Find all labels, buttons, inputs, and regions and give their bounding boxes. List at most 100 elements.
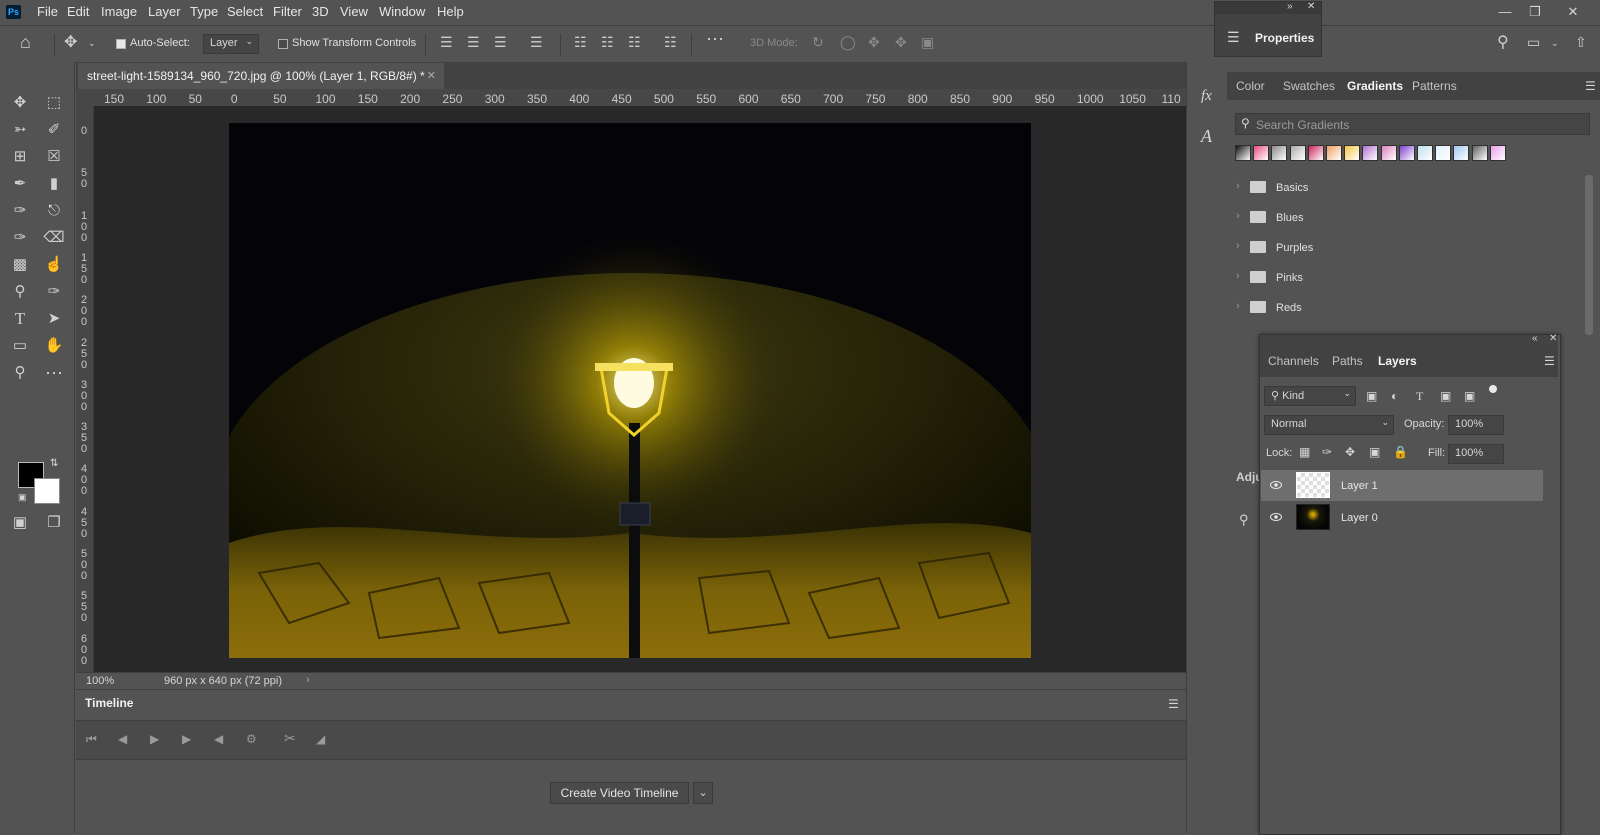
blend-mode-dropdown[interactable]: Normal ⌄ [1264,415,1394,435]
properties-panel-collapsed[interactable]: » ✕ ☰ Properties [1214,1,1322,57]
eye-icon[interactable] [1270,511,1282,523]
fill-field[interactable]: 100% [1448,444,1504,464]
healing-brush-icon[interactable]: ▮ [42,173,66,195]
align-bottom-icon[interactable]: ☷ [628,34,641,51]
home-icon[interactable]: ⌂ [20,32,31,53]
gradient-swatch[interactable] [1380,145,1397,161]
first-frame-icon[interactable]: ⏮ [86,732,97,747]
panel-menu-icon[interactable]: ☰ [1544,354,1555,368]
align-center-icon[interactable]: ☰ [467,34,480,51]
menu-type[interactable]: Type [190,4,218,19]
filter-pixel-icon[interactable]: ▣ [1366,389,1377,403]
gradient-swatch[interactable] [1435,145,1452,161]
gradient-swatch[interactable] [1307,145,1324,161]
dodge-tool-icon[interactable]: ⚲ [8,281,32,303]
panel-menu-icon[interactable]: ☰ [1585,79,1596,93]
previous-frame-icon[interactable]: ◀ [118,732,127,746]
lock-pixels-icon[interactable]: ✑ [1322,445,1332,459]
play-icon[interactable]: ▶ [150,732,159,746]
type-tool-icon[interactable]: T [8,308,32,330]
lock-transparency-icon[interactable]: ▦ [1299,445,1310,459]
restore-icon[interactable]: ❐ [1523,2,1547,22]
menu-select[interactable]: Select [227,4,263,19]
default-colors-icon[interactable]: ▣ [18,492,27,503]
menu-window[interactable]: Window [379,4,425,19]
swap-colors-icon[interactable]: ⇅ [50,458,58,469]
close-panel-icon[interactable]: ✕ [1549,333,1557,344]
quick-select-tool-icon[interactable]: ✐ [42,119,66,141]
align-top-icon[interactable]: ☷ [574,34,587,51]
menu-3d[interactable]: 3D [312,4,329,19]
gradient-swatch[interactable] [1489,145,1506,161]
menu-file[interactable]: File [37,4,58,19]
align-right-icon[interactable]: ☰ [494,34,507,51]
auto-select-checkbox[interactable] [116,39,126,49]
tab-layers[interactable]: Layers [1378,354,1417,368]
layer-row-layer-1[interactable]: Layer 1 [1261,470,1543,501]
collapse-panel-icon[interactable]: « [1532,333,1538,344]
distribute-icon[interactable]: ☰ [530,34,543,51]
workspace-chevron-icon[interactable]: ⌄ [1551,38,1559,49]
audio-icon[interactable]: ◀ [214,732,223,746]
menu-view[interactable]: View [340,4,368,19]
smudge-tool-icon[interactable]: ☝ [42,254,66,276]
marquee-tool-icon[interactable]: ⬚ [42,92,66,114]
more-options-icon[interactable]: ⋯ [706,29,724,50]
gradient-search-field[interactable]: ⚲ Search Gradients [1235,113,1590,135]
frame-tool-icon[interactable]: ☒ [42,146,66,168]
timeline-menu-icon[interactable]: ☰ [1168,697,1179,711]
quick-mask-icon[interactable]: ▣ [8,512,32,534]
hand-tool-icon[interactable]: ✋ [42,335,66,357]
filter-shape-icon[interactable]: ▣ [1440,389,1451,403]
eraser-tool-icon[interactable]: ⌫ [42,227,66,249]
minimize-icon[interactable]: — [1493,2,1517,22]
search-icon[interactable]: ⚲ [1497,32,1509,52]
brush-tool-icon[interactable]: ✑ [8,200,32,222]
settings-gear-icon[interactable]: ⚙ [246,732,257,746]
tab-patterns[interactable]: Patterns [1412,79,1457,93]
eye-icon[interactable] [1270,479,1282,491]
menu-help[interactable]: Help [437,4,464,19]
gradient-swatch[interactable] [1289,145,1306,161]
filter-type-icon[interactable]: T [1416,389,1423,404]
scissors-icon[interactable]: ✂ [284,730,296,747]
gradient-swatch[interactable] [1326,145,1342,161]
history-brush-icon[interactable]: ✑ [8,227,32,249]
move-tool-icon[interactable]: ✥ [64,32,77,52]
gradient-folder-purples[interactable]: › Purples [1236,238,1556,258]
create-video-timeline-button[interactable]: Create Video Timeline [550,782,689,804]
document-image[interactable] [229,123,1031,658]
path-select-icon[interactable]: ➤ [42,308,66,330]
adjustments-panel-collapsed[interactable]: Adju ⚲ [1227,470,1263,530]
lock-all-icon[interactable]: 🔒 [1393,445,1408,459]
layers-panel-header[interactable]: « ✕ [1260,333,1558,347]
show-transform-checkbox[interactable] [278,39,288,49]
gradient-folder-pinks[interactable]: › Pinks [1236,268,1556,288]
clone-stamp-icon[interactable]: ⎋ [42,200,66,222]
more-tools-icon[interactable]: ⋯ [42,362,66,384]
lasso-tool-icon[interactable]: ➳ [8,119,32,141]
search-icon[interactable]: ⚲ [1239,512,1249,528]
timeline-type-dropdown[interactable]: ⌄ [693,782,713,804]
gradient-swatch[interactable] [1344,145,1361,161]
layer-row-layer-0[interactable]: Layer 0 [1261,502,1543,533]
eyedropper-tool-icon[interactable]: ✒ [8,173,32,195]
close-window-icon[interactable]: ✕ [1561,2,1585,22]
tab-gradients[interactable]: Gradients [1347,79,1403,93]
gradient-swatch[interactable] [1453,145,1470,161]
gradient-swatch[interactable] [1271,145,1288,161]
workspace-icon[interactable]: ▭ [1527,34,1540,51]
lock-position-icon[interactable]: ✥ [1345,445,1355,459]
zoom-tool-icon[interactable]: ⚲ [8,362,32,384]
menu-filter[interactable]: Filter [273,4,302,19]
auto-select-dropdown[interactable]: Layer ⌄ [203,34,259,54]
styles-fx-icon[interactable]: fx [1201,88,1212,105]
share-icon[interactable]: ⇧ [1575,34,1587,51]
tab-channels[interactable]: Channels [1268,354,1319,368]
close-panel-icon[interactable]: ✕ [1307,1,1315,12]
align-left-icon[interactable]: ☰ [440,34,453,51]
align-middle-icon[interactable]: ☷ [601,34,614,51]
expand-panel-icon[interactable]: » [1287,1,1293,12]
transition-icon[interactable]: ◢ [316,732,325,746]
gradient-swatch[interactable] [1471,145,1488,161]
